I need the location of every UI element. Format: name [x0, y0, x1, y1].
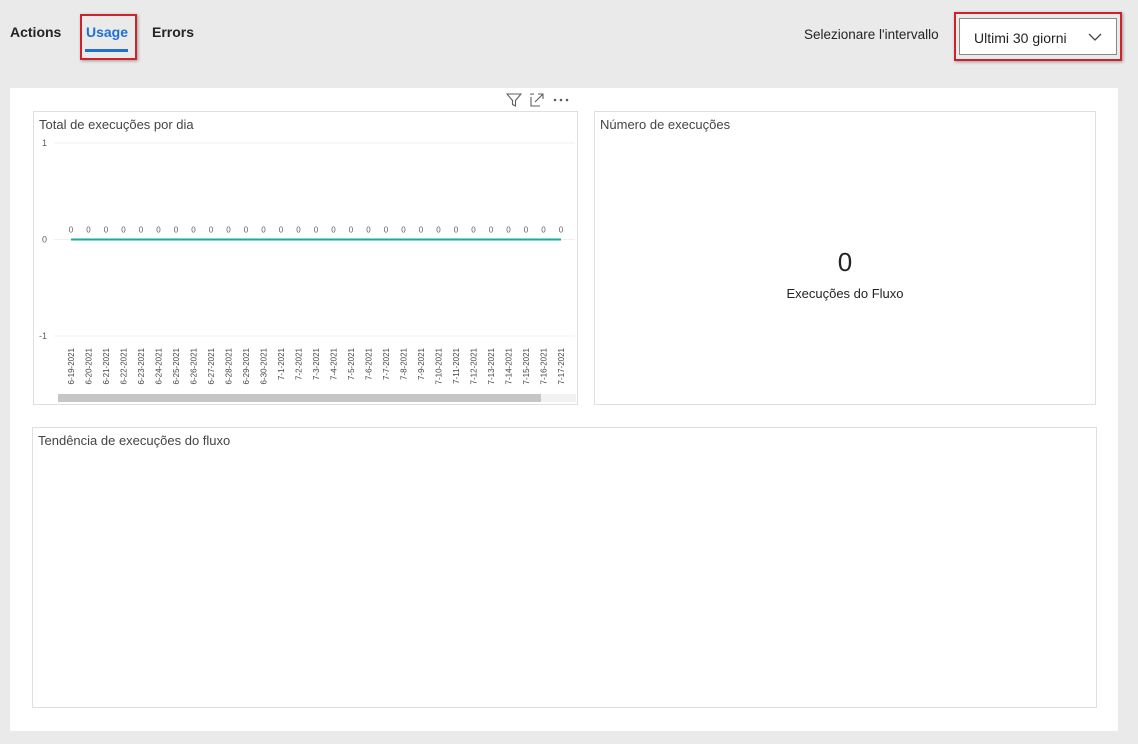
data-label: 0 — [331, 226, 336, 235]
x-tick-label: 7-2-2021 — [295, 347, 304, 380]
data-label: 0 — [366, 226, 371, 235]
data-label: 0 — [244, 226, 249, 235]
range-dropdown[interactable]: Ultimi 30 giorni — [959, 18, 1117, 55]
x-tick-label: 7-17-2021 — [557, 347, 566, 384]
focus-mode-icon[interactable] — [529, 92, 545, 113]
x-tick-label: 7-1-2021 — [277, 347, 286, 380]
data-label: 0 — [69, 226, 74, 235]
x-tick-label: 6-27-2021 — [207, 347, 216, 384]
x-tick-label: 7-13-2021 — [487, 347, 496, 384]
data-label: 0 — [541, 226, 546, 235]
data-label: 0 — [104, 226, 109, 235]
data-label: 0 — [314, 226, 319, 235]
x-tick-label: 6-25-2021 — [172, 347, 181, 384]
x-tick-label: 7-6-2021 — [365, 347, 374, 380]
daily-runs-card: Total de execuções por dia 1 0 -1 0 6-19-202… — [33, 111, 578, 405]
more-options-icon[interactable] — [552, 92, 570, 113]
x-tick-label: 7-15-2021 — [522, 347, 531, 384]
x-tick-label: 7-3-2021 — [312, 347, 321, 380]
tab-errors[interactable]: Errors — [152, 24, 194, 40]
usage-tab-highlight — [80, 14, 137, 60]
x-tick-label: 7-4-2021 — [330, 347, 339, 380]
data-label: 0 — [139, 226, 144, 235]
x-tick-label: 6-21-2021 — [102, 347, 111, 384]
y-tick-label: -1 — [39, 331, 47, 341]
filter-icon[interactable] — [505, 92, 523, 113]
data-label: 0 — [401, 226, 406, 235]
data-label: 0 — [524, 226, 529, 235]
x-tick-label: 7-8-2021 — [400, 347, 409, 380]
data-label: 0 — [384, 226, 389, 235]
x-tick-label: 7-9-2021 — [417, 347, 426, 380]
run-count-label: Execuções do Fluxo — [786, 286, 904, 301]
run-count-title: Número de execuções — [600, 117, 731, 132]
data-label: 0 — [86, 226, 91, 235]
chart-scrollbar-thumb[interactable] — [58, 394, 541, 402]
x-tick-label: 7-10-2021 — [435, 347, 444, 384]
y-tick-label: 0 — [42, 235, 47, 245]
trend-card: Tendência de execuções do fluxo — [32, 427, 1097, 708]
x-tick-label: 6-30-2021 — [260, 347, 269, 384]
data-label: 0 — [506, 226, 511, 235]
x-tick-label: 7-5-2021 — [347, 347, 356, 380]
data-label: 0 — [209, 226, 214, 235]
x-tick-label: 7-16-2021 — [540, 347, 549, 384]
tab-actions[interactable]: Actions — [10, 24, 61, 40]
data-label: 0 — [419, 226, 424, 235]
top-bar: Actions Usage Errors Selezionare l'inter… — [0, 0, 1138, 70]
data-label: 0 — [349, 226, 354, 235]
data-label: 0 — [471, 226, 476, 235]
data-label: 0 — [489, 226, 494, 235]
x-tick-label: 6-26-2021 — [190, 347, 199, 384]
range-dropdown-value: Ultimi 30 giorni — [974, 30, 1067, 46]
report-panel: Total de execuções por dia 1 0 -1 0 6-19-202… — [10, 88, 1118, 731]
x-tick-label: 6-19-2021 — [67, 347, 76, 384]
data-label: 0 — [436, 226, 441, 235]
data-label: 0 — [261, 226, 266, 235]
data-label: 0 — [121, 226, 126, 235]
x-tick-label: 7-11-2021 — [452, 347, 461, 383]
x-tick-label: 7-7-2021 — [382, 347, 391, 380]
daily-runs-chart: 1 0 -1 0 6-19-2021 0 6-20-2021 0 6-21-2021 0 6-22-… — [39, 138, 575, 384]
x-tick-label: 6-29-2021 — [242, 347, 251, 384]
chart-scrollbar[interactable] — [58, 394, 576, 402]
data-label: 0 — [156, 226, 161, 235]
x-tick-label: 6-28-2021 — [225, 347, 234, 384]
x-tick-label: 6-20-2021 — [85, 347, 94, 384]
x-tick-label: 6-24-2021 — [155, 347, 164, 384]
data-label: 0 — [174, 226, 179, 235]
range-label: Selezionare l'intervallo — [804, 27, 939, 42]
trend-title: Tendência de execuções do fluxo — [38, 433, 231, 448]
data-label: 0 — [191, 226, 196, 235]
x-tick-label: 7-12-2021 — [470, 347, 479, 384]
data-label: 0 — [454, 226, 459, 235]
run-count-card: Número de execuções 0 Execuções do Fluxo — [594, 111, 1096, 405]
y-tick-label: 1 — [42, 138, 47, 148]
data-label: 0 — [296, 226, 301, 235]
data-label: 0 — [559, 226, 564, 235]
x-tick-label: 6-23-2021 — [137, 347, 146, 384]
chevron-down-icon — [1088, 30, 1102, 49]
x-tick-label: 7-14-2021 — [505, 347, 514, 384]
data-label: 0 — [226, 226, 231, 235]
x-tick-label: 6-22-2021 — [120, 347, 129, 384]
data-label: 0 — [279, 226, 284, 235]
run-count-value: 0 — [837, 247, 853, 277]
